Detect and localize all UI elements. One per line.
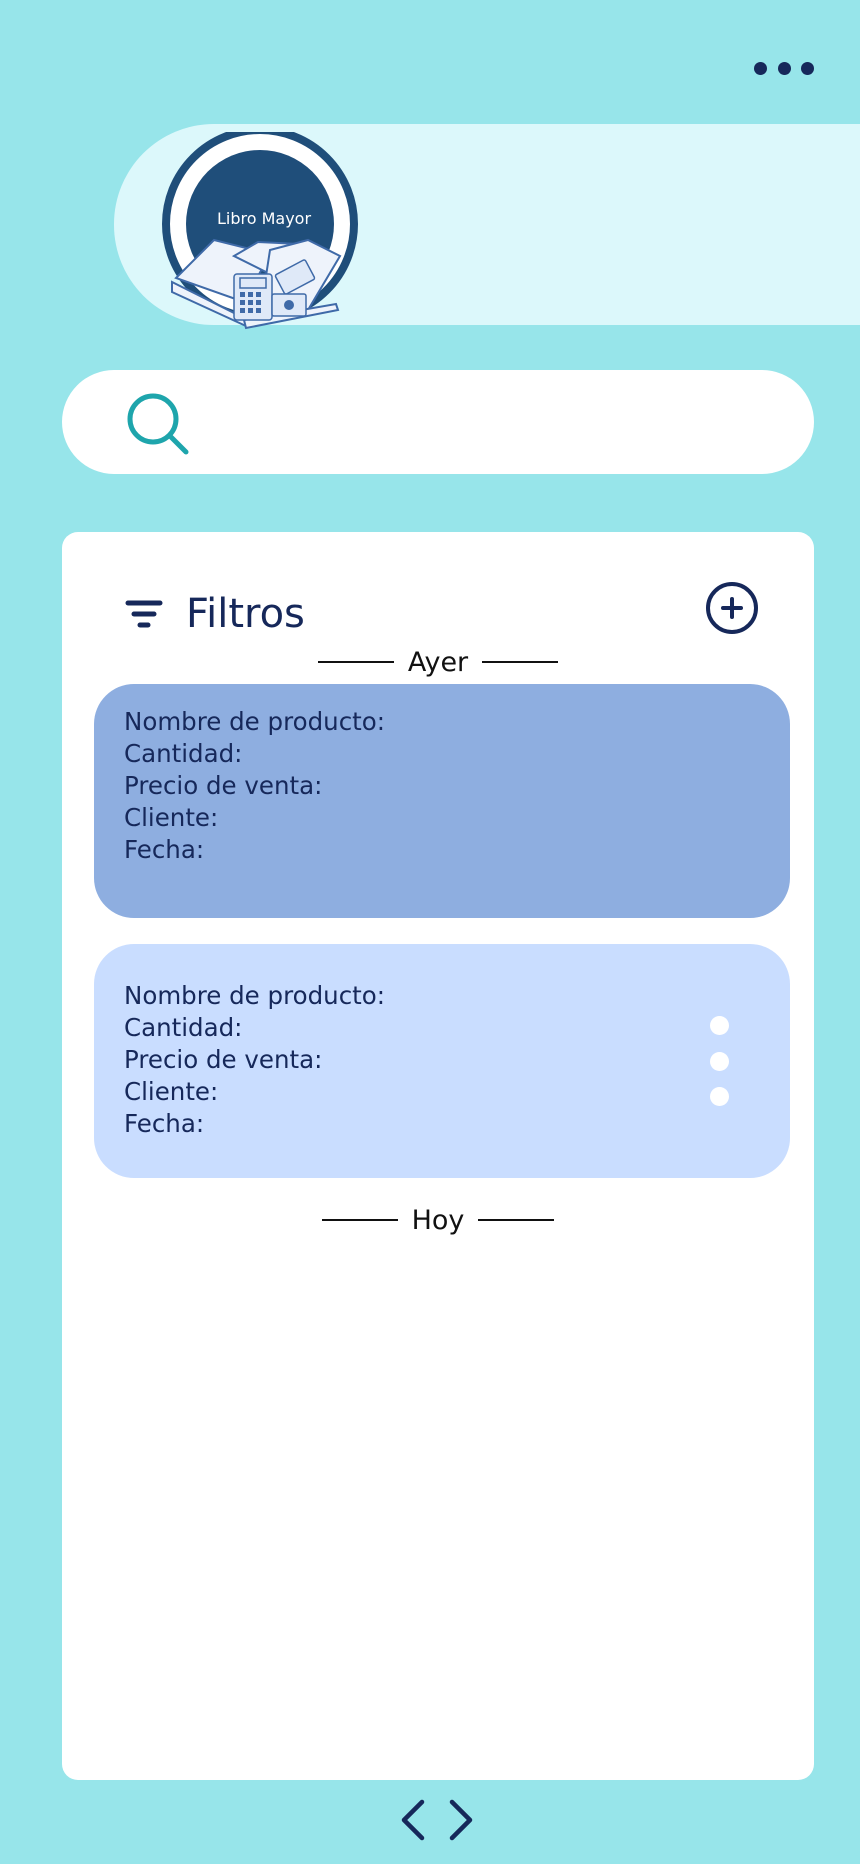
product-name-field: Nombre de producto: [124,981,386,1010]
chevron-left-icon[interactable] [398,1798,430,1842]
search-bar[interactable] [62,370,814,474]
divider-line [321,1219,398,1221]
chevron-right-icon[interactable] [444,1798,476,1842]
divider-line [482,661,559,663]
more-dot [777,61,791,75]
sale-price-field: Precio de venta: [124,1045,323,1074]
sale-card-selected[interactable]: Nombre de producto: Cantidad: Precio de … [94,684,790,918]
divider-line [317,661,394,663]
sale-price-field: Precio de venta: [124,771,323,800]
sales-panel: Filtros Ayer Nombre de producto: Cantida… [62,532,814,1780]
search-icon[interactable] [122,388,192,458]
quantity-field: Cantidad: [124,1013,243,1042]
client-field: Cliente: [124,803,219,832]
date-field: Fecha: [124,835,205,864]
logo-text: Libro Mayor [217,209,311,228]
search-input[interactable] [212,396,776,450]
kebab-dot [709,1051,729,1071]
date-divider-label: Ayer [407,646,469,678]
date-field: Fecha: [124,1109,205,1138]
more-dot [801,61,814,75]
date-divider-hoy: Hoy [62,1202,814,1238]
client-field: Cliente: [124,1077,219,1106]
filter-icon [125,600,163,628]
date-divider-ayer: Ayer [62,644,814,680]
date-divider-label: Hoy [411,1204,465,1236]
app-logo: Libro Mayor [158,126,366,334]
kebab-dot [709,1087,729,1106]
product-name-field: Nombre de producto: [124,707,386,736]
sale-card[interactable]: Nombre de producto: Cantidad: Precio de … [94,944,790,1178]
kebab-dot [709,1016,729,1035]
plus-circle-icon[interactable] [706,582,758,634]
pager [398,1798,478,1842]
more-dot [754,61,767,75]
divider-line [478,1219,555,1221]
filter-button[interactable]: Filtros [124,582,305,646]
more-options-button[interactable] [754,56,814,80]
more-vertical-icon[interactable] [708,1016,730,1106]
filter-label: Filtros [186,591,305,637]
quantity-field: Cantidad: [124,739,243,768]
